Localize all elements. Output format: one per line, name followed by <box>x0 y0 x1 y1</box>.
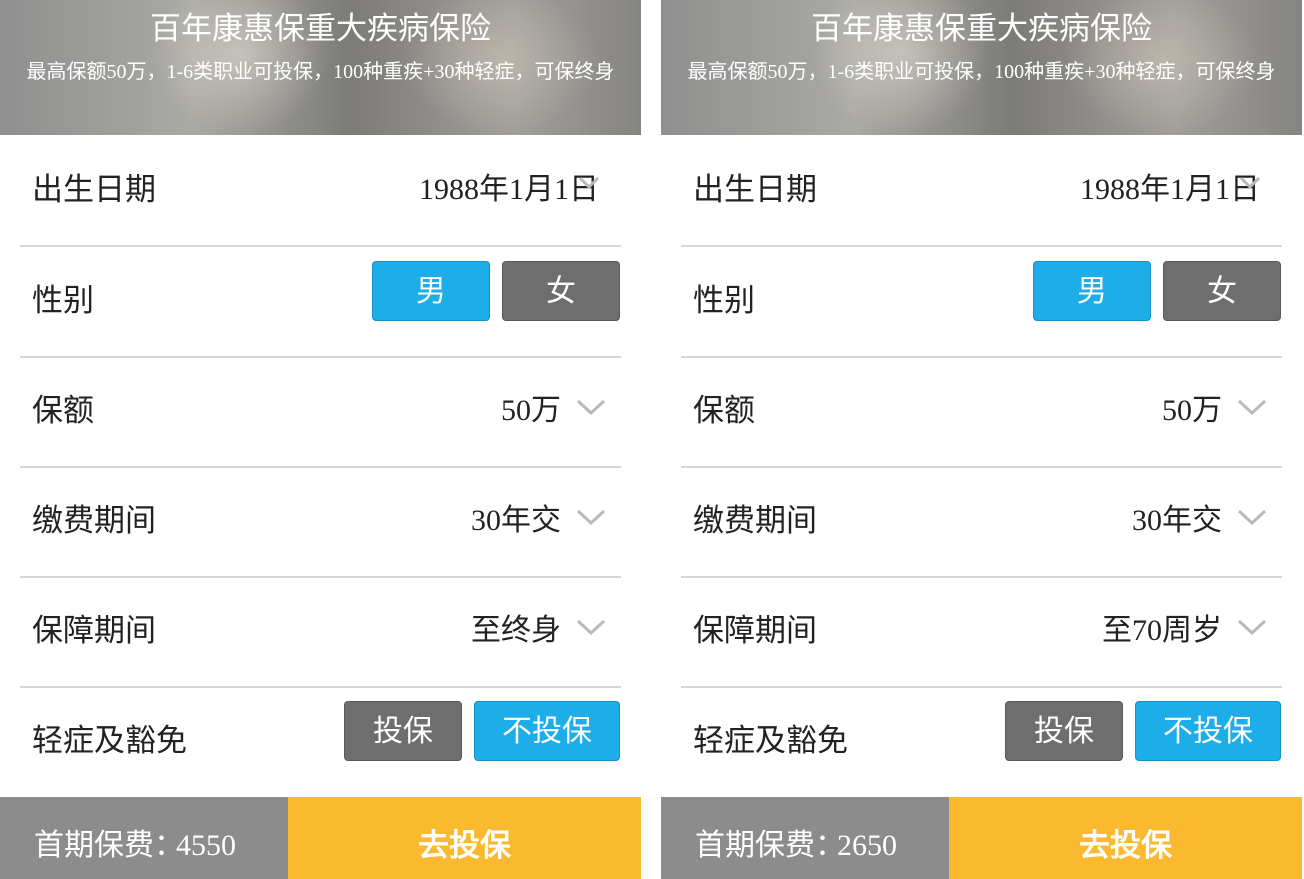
mild-waiver-row: 轻症及豁免 投保 不投保 <box>681 686 1282 796</box>
mild-waiver-not-insure-button[interactable]: 不投保 <box>1135 701 1281 761</box>
gender-row: 性别 男 女 <box>681 246 1282 358</box>
apply-button[interactable]: 去投保 <box>949 797 1302 879</box>
birth-date-value[interactable]: 1988年1月1日 <box>1080 135 1260 245</box>
mild-waiver-not-insure-button[interactable]: 不投保 <box>474 701 620 761</box>
quote-panel-2: 百年康惠保重大疾病保险 最高保额50万，1-6类职业可投保，100种重疾+30种… <box>661 0 1302 879</box>
gender-label: 性别 <box>693 283 755 319</box>
protection-period-label: 保障期间 <box>32 613 156 649</box>
chevron-down-icon <box>1237 509 1267 526</box>
product-title: 百年康惠保重大疾病保险 <box>811 11 1152 47</box>
mild-waiver-insure-button[interactable]: 投保 <box>1005 701 1123 761</box>
gender-female-button[interactable]: 女 <box>502 261 620 321</box>
coverage-label: 保额 <box>693 393 755 429</box>
gender-row: 性别 男 女 <box>20 246 621 358</box>
chevron-down-icon <box>576 399 606 416</box>
premium-amount: 4550 <box>176 829 236 862</box>
premium-footer: 首期保费： 4550 去投保 <box>0 797 641 879</box>
payment-period-row[interactable]: 缴费期间 30年交 <box>681 466 1282 578</box>
product-subtitle: 最高保额50万，1-6类职业可投保，100种重疾+30种轻症，可保终身 <box>26 61 615 83</box>
premium-display: 首期保费： 4550 <box>0 797 288 879</box>
gender-male-button[interactable]: 男 <box>1033 261 1151 321</box>
payment-period-value[interactable]: 30年交 <box>1132 466 1222 576</box>
product-banner: 百年康惠保重大疾病保险 最高保额50万，1-6类职业可投保，100种重疾+30种… <box>0 0 641 135</box>
product-title: 百年康惠保重大疾病保险 <box>150 11 491 47</box>
premium-display: 首期保费： 2650 <box>661 797 949 879</box>
chevron-down-icon <box>576 619 606 636</box>
chevron-down-icon <box>576 509 606 526</box>
product-subtitle: 最高保额50万，1-6类职业可投保，100种重疾+30种轻症，可保终身 <box>687 61 1276 83</box>
coverage-value[interactable]: 50万 <box>501 356 561 466</box>
birth-date-row[interactable]: 出生日期 1988年1月1日 <box>20 135 621 247</box>
gender-male-button[interactable]: 男 <box>372 261 490 321</box>
birth-date-row[interactable]: 出生日期 1988年1月1日 <box>681 135 1282 247</box>
payment-period-label: 缴费期间 <box>693 503 817 539</box>
coverage-row[interactable]: 保额 50万 <box>681 356 1282 468</box>
gender-female-button[interactable]: 女 <box>1163 261 1281 321</box>
premium-label: 首期保费： <box>34 828 184 863</box>
protection-period-label: 保障期间 <box>693 613 817 649</box>
quote-panel-1: 百年康惠保重大疾病保险 最高保额50万，1-6类职业可投保，100种重疾+30种… <box>0 0 641 879</box>
payment-period-value[interactable]: 30年交 <box>471 466 561 576</box>
gender-label: 性别 <box>32 283 94 319</box>
mild-waiver-label: 轻症及豁免 <box>693 723 848 759</box>
birth-date-label: 出生日期 <box>32 172 156 208</box>
coverage-label: 保额 <box>32 393 94 429</box>
payment-period-row[interactable]: 缴费期间 30年交 <box>20 466 621 578</box>
protection-period-row[interactable]: 保障期间 至终身 <box>20 576 621 688</box>
payment-period-label: 缴费期间 <box>32 503 156 539</box>
birth-date-value[interactable]: 1988年1月1日 <box>419 135 599 245</box>
premium-amount: 2650 <box>837 829 897 862</box>
chevron-down-icon <box>1237 619 1267 636</box>
protection-period-value[interactable]: 至终身 <box>471 576 561 686</box>
birth-date-label: 出生日期 <box>693 172 817 208</box>
chevron-down-icon <box>578 176 600 190</box>
coverage-value[interactable]: 50万 <box>1162 356 1222 466</box>
protection-period-value[interactable]: 至70周岁 <box>1102 576 1222 686</box>
chevron-down-icon <box>1239 176 1261 190</box>
chevron-down-icon <box>1237 399 1267 416</box>
mild-waiver-label: 轻症及豁免 <box>32 723 187 759</box>
premium-label: 首期保费： <box>695 828 845 863</box>
protection-period-row[interactable]: 保障期间 至70周岁 <box>681 576 1282 688</box>
coverage-row[interactable]: 保额 50万 <box>20 356 621 468</box>
apply-button[interactable]: 去投保 <box>288 797 641 879</box>
mild-waiver-row: 轻症及豁免 投保 不投保 <box>20 686 621 796</box>
product-banner: 百年康惠保重大疾病保险 最高保额50万，1-6类职业可投保，100种重疾+30种… <box>661 0 1302 135</box>
mild-waiver-insure-button[interactable]: 投保 <box>344 701 462 761</box>
premium-footer: 首期保费： 2650 去投保 <box>661 797 1302 879</box>
